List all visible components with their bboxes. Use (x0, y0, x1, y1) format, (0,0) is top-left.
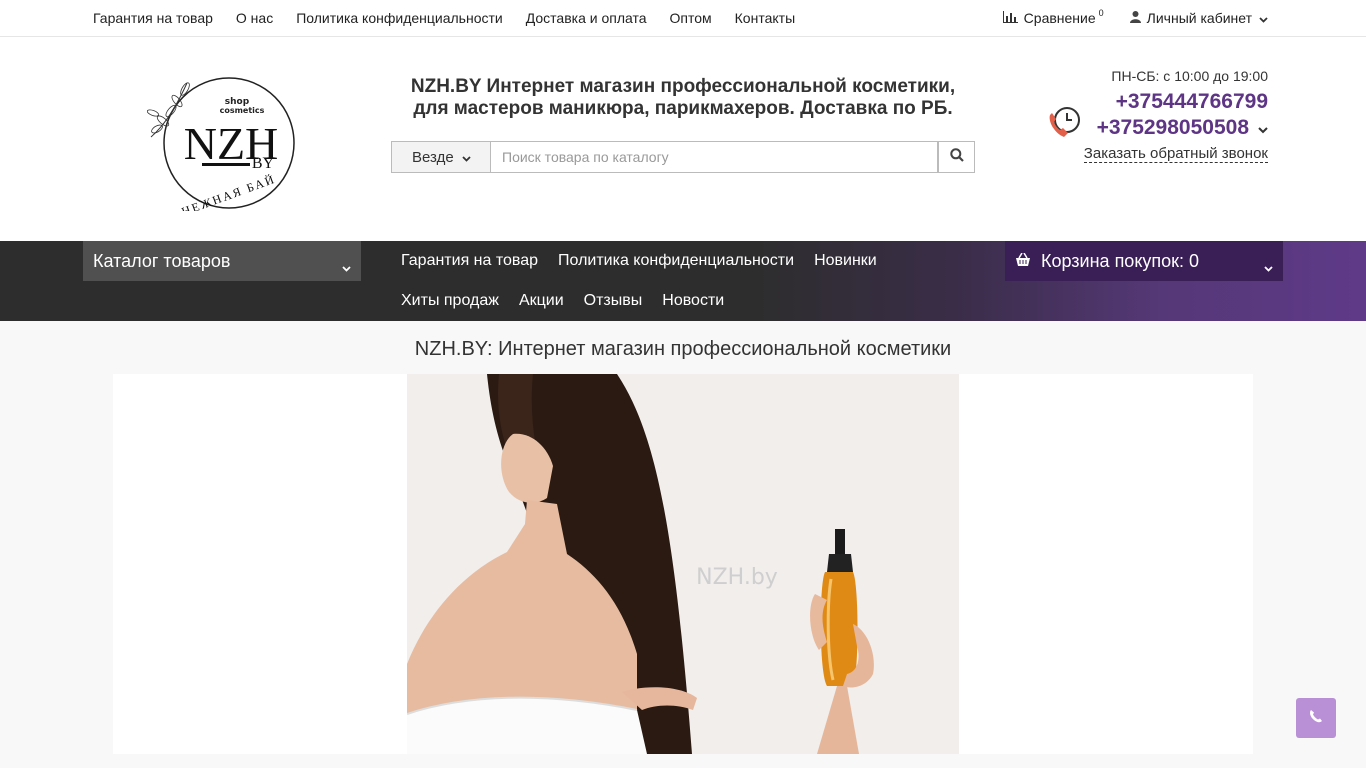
catalog-label: Каталог товаров (93, 250, 231, 271)
compare-label: Сравнение (1023, 10, 1096, 26)
top-link-delivery[interactable]: Доставка и оплата (526, 10, 647, 26)
cart-label: Корзина покупок: 0 (1041, 250, 1200, 271)
top-bar: Гарантия на товар О нас Политика конфиде… (0, 0, 1366, 37)
bar-chart-icon (1002, 10, 1018, 26)
top-right: Сравнение 0 Личный кабинет (1002, 0, 1268, 36)
logo-bottom-text: НЕЖНАЯ БАЙ (180, 172, 278, 211)
compare-link[interactable]: Сравнение 0 (1002, 8, 1104, 26)
nav-link-bestsellers[interactable]: Хиты продаж (401, 292, 499, 310)
site-tagline: NZH.BY Интернет магазин профессиональной… (410, 76, 956, 119)
working-hours: ПН-СБ: с 10:00 до 19:00 (1111, 68, 1268, 84)
call-fab-button[interactable] (1296, 698, 1336, 738)
nav-link-warranty[interactable]: Гарантия на товар (401, 252, 538, 270)
top-link-privacy[interactable]: Политика конфиденциальности (296, 10, 503, 26)
chevron-down-icon[interactable] (1258, 116, 1268, 140)
catalog-button[interactable]: Каталог товаров (83, 241, 361, 281)
cart-button[interactable]: Корзина покупок: 0 (1005, 241, 1283, 281)
nav-link-sales[interactable]: Акции (519, 292, 564, 310)
search-icon (949, 147, 964, 167)
chevron-down-icon (342, 256, 351, 277)
site-logo[interactable]: shop cosmetics NZH BY НЕЖНАЯ БАЙ (146, 75, 297, 219)
logo-cosmetics-text: cosmetics (220, 106, 265, 115)
nav-link-new[interactable]: Новинки (814, 252, 877, 270)
user-icon (1129, 10, 1141, 26)
compare-count: 0 (1098, 8, 1104, 18)
logo-by-text: BY (252, 155, 275, 172)
nav-link-news[interactable]: Новости (662, 292, 724, 310)
search-bar: Везде (391, 141, 975, 173)
top-link-about[interactable]: О нас (236, 10, 273, 26)
main-nav: Каталог товаров Гарантия на товар Полити… (0, 241, 1366, 321)
header: shop cosmetics NZH BY НЕЖНАЯ БАЙ NZH.BY … (0, 37, 1366, 241)
account-label: Личный кабинет (1146, 10, 1252, 26)
top-link-warranty[interactable]: Гарантия на товар (93, 10, 213, 26)
callback-link[interactable]: Заказать обратный звонок (1083, 145, 1268, 163)
search-button[interactable] (938, 141, 975, 173)
nav-link-reviews[interactable]: Отзывы (584, 292, 643, 310)
nav-row-1: Гарантия на товар Политика конфиденциаль… (401, 241, 897, 281)
search-input[interactable] (491, 141, 938, 173)
chevron-down-icon (462, 149, 471, 166)
phone-number-2-text: +375298050508 (1096, 116, 1249, 139)
page-heading: NZH.BY: Интернет магазин профессионально… (414, 338, 952, 360)
chevron-down-icon (1259, 10, 1268, 26)
hero-banner-image: NZH.by (407, 374, 959, 754)
top-nav: Гарантия на товар О нас Политика конфиде… (93, 0, 818, 36)
phone-number-1[interactable]: +375444766799 (1116, 90, 1268, 114)
chevron-down-icon (1264, 256, 1273, 277)
top-link-contacts[interactable]: Контакты (735, 10, 795, 26)
top-link-wholesale[interactable]: Оптом (670, 10, 712, 26)
account-menu[interactable]: Личный кабинет (1129, 10, 1268, 26)
phone-number-2[interactable]: +375298050508 (1097, 116, 1268, 140)
phone-clock-icon (1046, 105, 1082, 141)
search-scope-select[interactable]: Везде (391, 141, 491, 173)
hero-banner[interactable]: NZH.by (113, 374, 1253, 754)
search-scope-label: Везде (412, 148, 454, 166)
nav-row-2: Хиты продаж Акции Отзывы Новости (401, 281, 744, 321)
banner-watermark: NZH.by (696, 565, 778, 590)
phone-icon (1309, 709, 1323, 728)
basket-icon (1015, 251, 1031, 272)
nav-link-privacy[interactable]: Политика конфиденциальности (558, 252, 794, 270)
